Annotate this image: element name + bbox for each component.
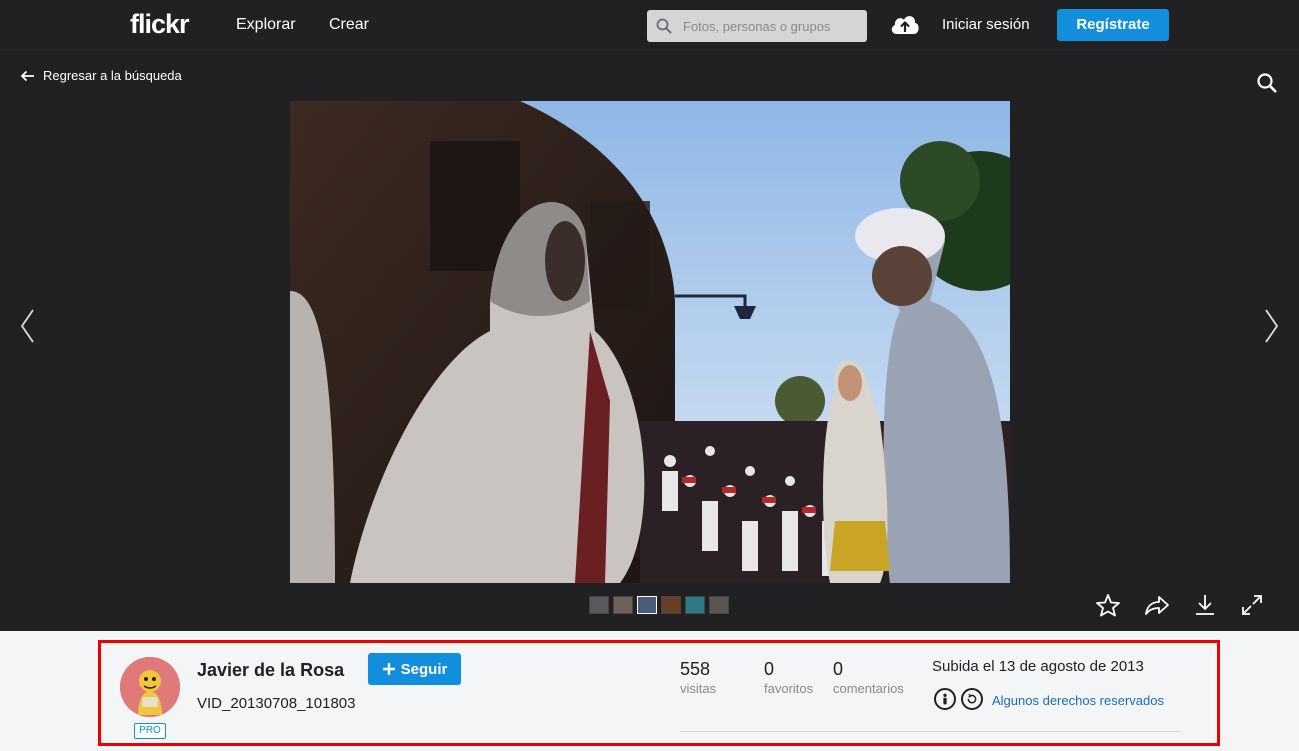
previous-photo-arrow-icon[interactable] (18, 308, 36, 344)
owner-avatar[interactable] (120, 657, 180, 717)
cc-share-alike-icon[interactable] (961, 688, 983, 710)
stat-label: favoritos (764, 681, 814, 696)
fullscreen-icon[interactable] (1240, 593, 1264, 617)
stat-label: visitas (680, 681, 717, 696)
photo-thumbnail-strip (589, 596, 729, 614)
thumbnail[interactable] (709, 596, 729, 614)
search-input[interactable] (683, 10, 863, 42)
thumbnail[interactable] (685, 596, 705, 614)
photo-title: VID_20130708_101803 (197, 695, 356, 712)
stat-value: 0 (833, 659, 844, 679)
follow-label: Seguir (400, 660, 448, 678)
owner-name-link[interactable]: Javier de la Rosa (197, 660, 344, 681)
back-label: Regresar a la búsqueda (43, 68, 182, 83)
divider (680, 731, 1180, 732)
thumbnail[interactable] (661, 596, 681, 614)
thumbnail[interactable] (637, 596, 657, 614)
download-icon[interactable] (1193, 593, 1217, 617)
search-box[interactable] (647, 10, 867, 42)
license-icons (934, 688, 983, 710)
arrow-left-icon (20, 70, 34, 81)
main-photo[interactable] (290, 101, 1010, 583)
stat-value: 558 (680, 659, 711, 679)
photo-viewer: Regresar a la búsqueda (0, 50, 1299, 631)
stat-comments: 0 comentarios (833, 659, 904, 696)
share-icon[interactable] (1144, 593, 1170, 617)
photo-info-bar: PRO Javier de la Rosa Seguir VID_2013070… (0, 631, 1299, 751)
login-link[interactable]: Iniciar sesión (942, 16, 1030, 33)
stat-favorites: 0 favoritos (764, 659, 813, 696)
search-icon (656, 18, 672, 34)
star-favorite-icon[interactable] (1095, 593, 1121, 617)
signup-button[interactable]: Regístrate (1057, 9, 1169, 41)
stat-value: 0 (764, 659, 775, 679)
explore-link[interactable]: Explorar (236, 16, 296, 34)
thumbnail[interactable] (613, 596, 633, 614)
stat-label: comentarios (833, 681, 904, 696)
search-icon[interactable] (1256, 72, 1278, 94)
top-navbar: flickr Explorar Crear Iniciar sesión Reg… (0, 0, 1299, 50)
follow-button[interactable]: Seguir (368, 653, 461, 685)
create-link[interactable]: Crear (329, 16, 369, 34)
flickr-logo[interactable]: flickr (130, 9, 190, 40)
pro-badge: PRO (134, 723, 166, 739)
plus-icon (382, 663, 395, 675)
upload-date: Subida el 13 de agosto de 2013 (932, 658, 1144, 675)
upload-cloud-icon[interactable] (889, 10, 921, 38)
license-link[interactable]: Algunos derechos reservados (992, 693, 1164, 708)
stat-views: 558 visitas (680, 659, 716, 696)
thumbnail[interactable] (589, 596, 609, 614)
back-to-search-link[interactable]: Regresar a la búsqueda (20, 68, 182, 83)
next-photo-arrow-icon[interactable] (1263, 308, 1281, 344)
cc-attribution-icon[interactable] (934, 688, 956, 710)
